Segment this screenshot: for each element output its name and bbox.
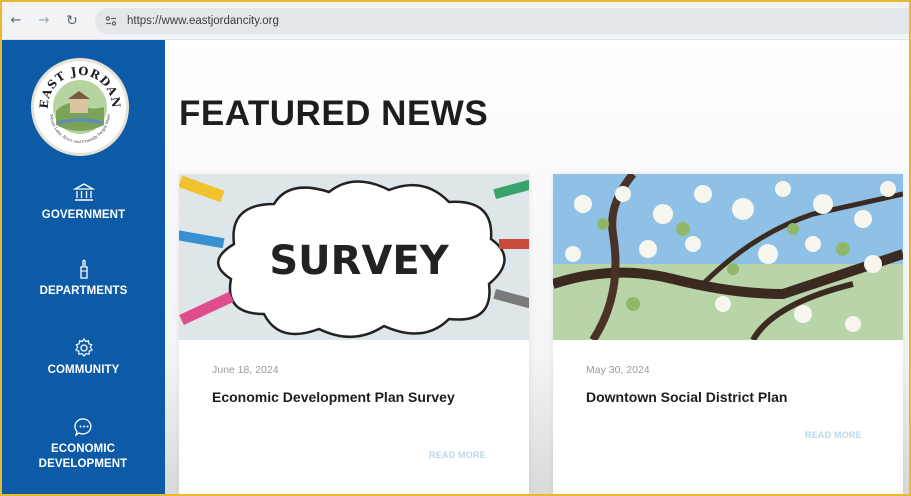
url-text[interactable]: https://www.eastjordancity.org <box>127 15 279 27</box>
tune-icon[interactable] <box>103 13 119 29</box>
main-content: FEATURED NEWS SURVEY June 18, 2024 Econo… <box>165 40 909 494</box>
survey-text: SURVEY <box>269 238 449 284</box>
sidebar-item-government[interactable]: GOVERNMENT <box>2 182 165 223</box>
news-card[interactable]: May 30, 2024 Downtown Social District Pl… <box>553 174 903 494</box>
news-card[interactable]: SURVEY June 18, 2024 Economic Developmen… <box>179 174 529 494</box>
sidebar-item-label: ECONOMIC DEVELOPMENT <box>38 443 128 470</box>
page-title: FEATURED NEWS <box>179 94 489 133</box>
arrow-right-icon[interactable]: → <box>33 10 55 32</box>
survey-image[interactable]: SURVEY <box>179 174 529 340</box>
sidebar-item-label: GOVERNMENT <box>41 209 126 221</box>
address-bar[interactable]: https://www.eastjordancity.org <box>95 7 909 34</box>
sidebar-item-economic-development[interactable]: ECONOMIC DEVELOPMENT <box>2 416 165 472</box>
arrow-left-icon[interactable]: ← <box>5 10 27 32</box>
sidebar-item-departments[interactable]: DEPARTMENTS <box>2 258 165 299</box>
bank-icon <box>71 182 96 204</box>
hand-icon <box>73 258 95 280</box>
sidebar-item-label: DEPARTMENTS <box>39 285 128 297</box>
sidebar-item-community[interactable]: COMMUNITY <box>2 337 165 378</box>
card-date: June 18, 2024 <box>212 364 279 376</box>
gear-icon <box>73 337 95 359</box>
sidebar: EAST JORDAN Where Lake, River and Friend… <box>2 40 165 494</box>
city-logo[interactable]: EAST JORDAN Where Lake, River and Friend… <box>31 58 129 156</box>
card-date: May 30, 2024 <box>586 364 650 376</box>
sidebar-item-label: COMMUNITY <box>47 364 120 376</box>
card-title[interactable]: Downtown Social District Plan <box>586 386 846 408</box>
read-more-link[interactable]: READ MORE <box>429 450 486 460</box>
blossom-tree-image[interactable] <box>553 174 903 340</box>
chat-icon <box>73 416 95 438</box>
browser-window: ← → ↻ https://www.eastjordancity.org EAS… <box>2 2 909 494</box>
read-more-link[interactable]: READ MORE <box>805 430 862 440</box>
card-title[interactable]: Economic Development Plan Survey <box>212 386 472 408</box>
reload-icon[interactable]: ↻ <box>61 10 83 32</box>
browser-toolbar: ← → ↻ https://www.eastjordancity.org <box>2 2 909 40</box>
